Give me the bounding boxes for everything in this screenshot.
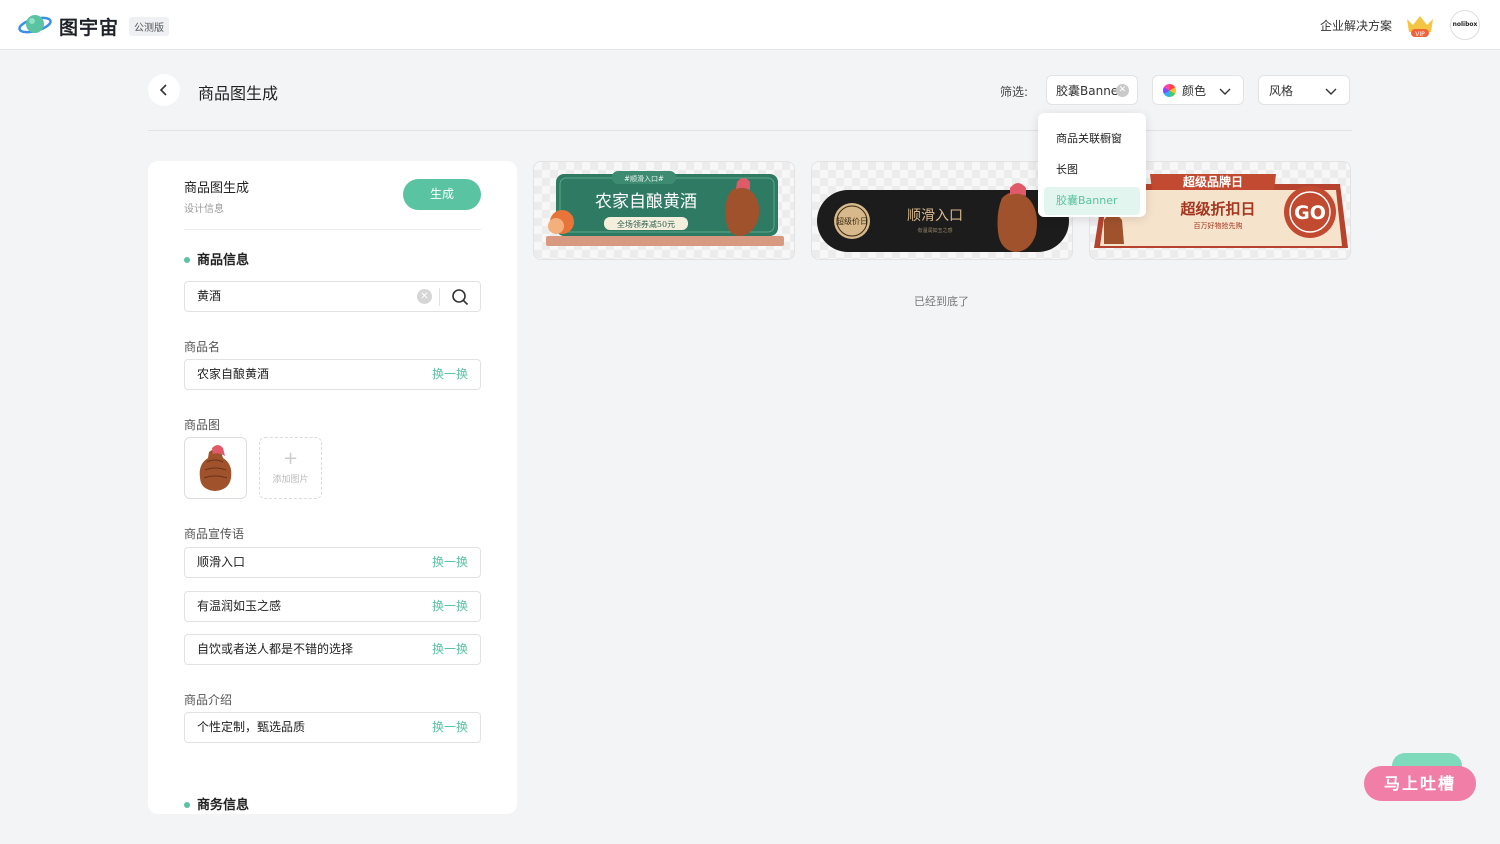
swap-button[interactable]: 换一换 (432, 635, 468, 664)
add-image-button[interactable]: + 添加图片 (259, 437, 322, 499)
product-image-thumbnail[interactable] (184, 437, 247, 499)
filter-type-dropdown: 商品关联橱窗 长图 胶囊Banner (1038, 113, 1146, 217)
panel-divider (184, 229, 481, 230)
banner-subtitle: 有温润如玉之感 (917, 227, 952, 234)
color-wheel-icon (1163, 83, 1176, 97)
generate-button[interactable]: 生成 (403, 179, 481, 210)
filter-style-select[interactable]: 风格 (1258, 75, 1350, 105)
banner-preview-2: 超级价日 顺滑入口 有温润如玉之感 (817, 183, 1069, 252)
product-name-label: 商品名 (184, 340, 221, 354)
brand-day-title: 超级品牌日 (1182, 174, 1243, 189)
planet-logo-icon[interactable] (18, 12, 52, 38)
banner-title: 农家自酿黄酒 (595, 192, 697, 212)
chevron-left-icon (159, 84, 167, 96)
filter-type-chip[interactable]: 胶囊Banner ✕ (1046, 75, 1138, 105)
banner-preview-1: #顺滑入口# 农家自酿黄酒 全场领券减50元 (546, 171, 784, 246)
result-card[interactable]: 超级价日 顺滑入口 有温润如玉之感 (811, 161, 1073, 260)
chevron-down-icon (1325, 88, 1337, 95)
add-image-label: 添加图片 (272, 475, 309, 485)
search-icon[interactable] (451, 288, 469, 306)
filter-type-value: 胶囊Banner (1056, 83, 1124, 98)
product-info-heading: 商品信息 (184, 249, 249, 268)
header-divider (148, 130, 1352, 131)
banner-subtitle: 百万好物抢先购 (1194, 221, 1243, 230)
filter-label: 筛选: (1000, 85, 1029, 99)
beta-badge: 公测版 (129, 17, 169, 36)
slogan-value: 自饮或者送人都是不错的选择 (197, 642, 354, 656)
banner-ribbon: 全场领券减50元 (617, 219, 675, 229)
panel-subtitle: 设计信息 (184, 204, 224, 215)
dropdown-option[interactable]: 长图 (1044, 156, 1140, 184)
banner-tag: #顺滑入口# (624, 174, 664, 183)
discount-headline: 超级折扣日 (1179, 200, 1255, 218)
panel-title: 商品图生成 (184, 181, 250, 196)
search-input[interactable]: 黄酒 ✕ (184, 281, 481, 312)
vip-crown-icon[interactable]: VIP (1404, 12, 1436, 38)
filter-color-label: 颜色 (1182, 83, 1207, 98)
swap-button[interactable]: 换一换 (432, 592, 468, 621)
swap-button[interactable]: 换一换 (432, 713, 468, 742)
clear-filter-icon[interactable]: ✕ (1116, 84, 1129, 97)
section-dot (184, 256, 190, 263)
back-button[interactable] (148, 74, 180, 106)
clear-search-icon[interactable]: ✕ (417, 289, 432, 304)
product-name-field[interactable]: 农家自酿黄酒 换一换 (184, 359, 481, 390)
slogan-field[interactable]: 顺滑入口 换一换 (184, 547, 481, 578)
product-name-value: 农家自酿黄酒 (197, 367, 270, 381)
slogan-value: 有温润如玉之感 (197, 599, 282, 613)
enterprise-solutions-link[interactable]: 企业解决方案 (1320, 17, 1392, 34)
filter-style-label: 风格 (1269, 83, 1294, 98)
swap-button[interactable]: 换一换 (432, 360, 468, 389)
slogan-field[interactable]: 有温润如玉之感 换一换 (184, 591, 481, 622)
top-bar: 图宇宙 公测版 企业解决方案 VIP nolibox (0, 0, 1500, 50)
end-of-list-text: 已经到底了 (914, 295, 969, 308)
page-title: 商品图生成 (198, 84, 279, 103)
dropdown-option-selected[interactable]: 胶囊Banner (1044, 187, 1140, 215)
brand-name[interactable]: 图宇宙 (59, 13, 119, 40)
feedback-button[interactable]: 马上吐槽 (1364, 766, 1476, 801)
design-panel: 商品图生成 设计信息 生成 商品信息 黄酒 ✕ 商品名 农家自酿黄酒 换一换 商… (148, 161, 517, 814)
product-image-label: 商品图 (184, 418, 221, 432)
swap-button[interactable]: 换一换 (432, 548, 468, 577)
filter-color-select[interactable]: 颜色 (1152, 75, 1244, 105)
user-avatar[interactable]: nolibox (1450, 10, 1480, 40)
go-badge: GO (1294, 202, 1326, 224)
price-day-badge: 超级价日 (836, 216, 868, 226)
vip-label: VIP (1415, 31, 1425, 38)
search-separator (439, 288, 440, 306)
intro-value: 个性定制，甄选品质 (197, 720, 306, 734)
intro-field[interactable]: 个性定制，甄选品质 换一换 (184, 712, 481, 743)
slogan-field[interactable]: 自饮或者送人都是不错的选择 换一换 (184, 634, 481, 665)
section-dot (184, 801, 190, 808)
plus-icon: + (282, 448, 299, 469)
intro-label: 商品介绍 (184, 693, 233, 707)
business-info-label: 商务信息 (197, 798, 250, 813)
result-card[interactable]: #顺滑入口# 农家自酿黄酒 全场领券减50元 (533, 161, 795, 260)
slogan-label: 商品宣传语 (184, 527, 245, 541)
business-info-heading: 商务信息 (184, 794, 249, 813)
slogan-value: 顺滑入口 (197, 555, 246, 569)
product-info-label: 商品信息 (197, 253, 250, 268)
wine-jar-image (199, 445, 232, 491)
dropdown-option[interactable]: 商品关联橱窗 (1044, 125, 1140, 153)
banner-title: 顺滑入口 (907, 207, 963, 224)
chevron-down-icon (1219, 88, 1231, 95)
search-value: 黄酒 (197, 289, 222, 303)
